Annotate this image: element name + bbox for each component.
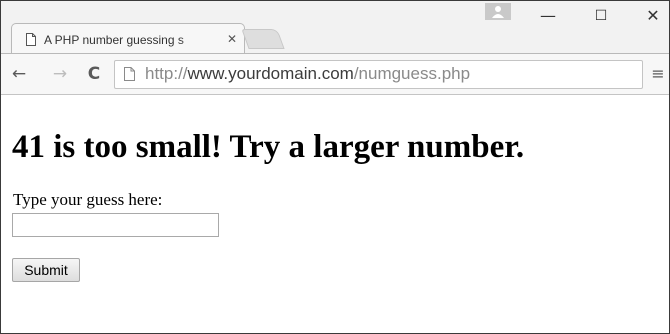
url-domain: www.yourdomain.com [187,64,354,83]
submit-button[interactable]: Submit [12,258,80,282]
url-scheme: http:// [145,64,188,83]
url-text: http://www.yourdomain.com/numguess.php [145,64,470,84]
forward-arrow-icon[interactable]: → [51,65,69,83]
guess-input[interactable] [12,213,219,237]
browser-tab[interactable]: A PHP number guessing s ✕ [11,23,245,54]
reload-icon[interactable]: C [85,65,103,83]
minimize-button[interactable]: — [528,5,568,27]
maximize-button[interactable]: ☐ [581,5,621,27]
menu-icon[interactable]: ≡ [650,65,666,83]
browser-window: A PHP number guessing s ✕ — ☐ ✕ ← → C ht… [0,0,670,334]
profile-button[interactable] [485,3,511,20]
result-heading: 41 is too small! Try a larger number. [12,129,525,165]
new-tab-button[interactable] [241,29,285,49]
browser-toolbar: ← → C http://www.yourdomain.com/numguess… [1,53,669,95]
title-bar: A PHP number guessing s ✕ — ☐ ✕ [1,1,669,54]
close-window-button[interactable]: ✕ [633,5,669,27]
tab-title: A PHP number guessing s [44,33,184,47]
person-icon [492,6,504,18]
page-content: 41 is too small! Try a larger number. Ty… [1,95,669,333]
tab-close-icon[interactable]: ✕ [225,32,239,46]
address-bar[interactable]: http://www.yourdomain.com/numguess.php [114,60,643,89]
page-icon [26,33,36,46]
back-arrow-icon[interactable]: ← [10,65,28,83]
page-icon [124,67,135,81]
url-path: /numguess.php [353,64,471,83]
guess-label: Type your guess here: [13,190,163,209]
